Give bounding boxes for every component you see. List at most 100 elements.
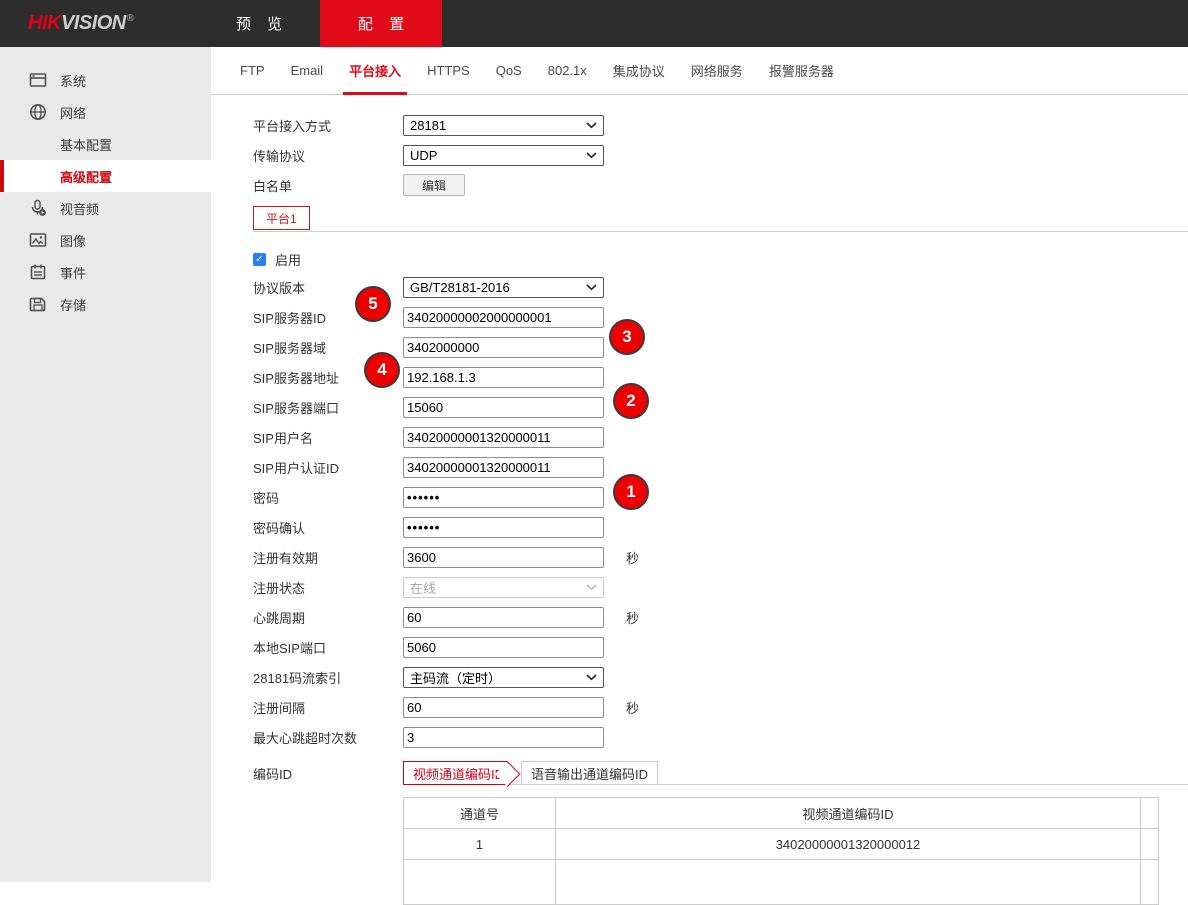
form-row-heartbeat: 心跳周期 秒 bbox=[253, 602, 1188, 632]
sidebar-item-label: 基本配置 bbox=[60, 135, 112, 154]
reg-interval-input[interactable] bbox=[403, 697, 604, 718]
sip-port-label: SIP服务器端口 bbox=[253, 398, 403, 417]
heartbeat-label: 心跳周期 bbox=[253, 608, 403, 627]
empty-cell bbox=[1141, 860, 1159, 905]
max-heartbeat-timeout-input[interactable] bbox=[403, 727, 604, 748]
form-row-sip-user: SIP用户名 bbox=[253, 422, 1188, 452]
sidebar-item-audio-video[interactable]: 视音频 bbox=[0, 192, 211, 224]
logo-vision: VISION bbox=[61, 12, 126, 34]
nav-preview[interactable]: 预 览 bbox=[198, 0, 320, 47]
annotation-badge-5: 5 bbox=[355, 286, 391, 322]
password-label: 密码 bbox=[253, 488, 403, 507]
form-row-stream-index: 28181码流索引 主码流（定时） bbox=[253, 662, 1188, 692]
tab-ftp[interactable]: FTP bbox=[240, 47, 265, 95]
tab-audio-output-channel-encode-id[interactable]: 语音输出通道编码ID bbox=[521, 761, 658, 785]
reg-valid-unit: 秒 bbox=[626, 548, 639, 567]
tab-video-channel-encode-id[interactable]: 视频通道编码ID bbox=[403, 761, 508, 785]
sidebar-item-advanced-config[interactable]: 高级配置 bbox=[0, 160, 211, 192]
logo-hik: HIK bbox=[28, 12, 61, 34]
sidebar-item-basic-config[interactable]: 基本配置 bbox=[0, 128, 211, 160]
reg-status-label: 注册状态 bbox=[253, 578, 403, 597]
sidebar-item-event[interactable]: 事件 bbox=[0, 256, 211, 288]
form-row-local-sip-port: 本地SIP端口 bbox=[253, 632, 1188, 662]
reg-status-select: 在线 bbox=[403, 577, 604, 598]
tab-alarm-server[interactable]: 报警服务器 bbox=[769, 47, 834, 95]
sip-auth-id-input[interactable] bbox=[403, 457, 604, 478]
image-icon bbox=[28, 231, 47, 250]
storage-icon bbox=[28, 295, 47, 314]
video-encode-id-header: 视频通道编码ID bbox=[556, 798, 1141, 829]
form-row-reg-interval: 注册间隔 秒 bbox=[253, 692, 1188, 722]
video-encode-id-cell[interactable]: 34020000001320000012 bbox=[556, 829, 1141, 860]
whitelist-edit-button[interactable]: 编辑 bbox=[403, 174, 465, 196]
form-row-max-heartbeat-timeout: 最大心跳超时次数 bbox=[253, 722, 1188, 752]
sidebar-item-image[interactable]: 图像 bbox=[0, 224, 211, 256]
reg-interval-unit: 秒 bbox=[626, 698, 639, 717]
form-row-sip-auth-id: SIP用户认证ID bbox=[253, 452, 1188, 482]
sidebar-item-label: 图像 bbox=[60, 231, 86, 250]
tab-platform-1[interactable]: 平台1 bbox=[253, 206, 310, 230]
annotation-badge-3: 3 bbox=[609, 319, 645, 355]
transport-value: UDP bbox=[410, 148, 437, 163]
sidebar-item-label: 存储 bbox=[60, 295, 86, 314]
password-input[interactable] bbox=[403, 487, 604, 508]
sip-server-id-input[interactable] bbox=[403, 307, 604, 328]
password-confirm-input[interactable] bbox=[403, 517, 604, 538]
sip-port-input[interactable] bbox=[403, 397, 604, 418]
tab-platform-access[interactable]: 平台接入 bbox=[349, 47, 401, 95]
top-nav: 预 览 配 置 bbox=[198, 0, 442, 47]
access-type-select[interactable]: 28181 bbox=[403, 115, 604, 136]
sip-auth-id-label: SIP用户认证ID bbox=[253, 458, 403, 477]
reg-valid-input[interactable] bbox=[403, 547, 604, 568]
sidebar-item-storage[interactable]: 存储 bbox=[0, 288, 211, 320]
tab-8021x[interactable]: 802.1x bbox=[548, 47, 587, 95]
sip-user-input[interactable] bbox=[403, 427, 604, 448]
platform-access-form: 平台接入方式 28181 传输协议 UDP 白名单 编辑 平台1 启用 协议版本 bbox=[211, 95, 1188, 905]
channel-no-cell bbox=[404, 860, 556, 905]
top-bar: HIKVISION® 预 览 配 置 bbox=[0, 0, 1188, 47]
tab-network-service[interactable]: 网络服务 bbox=[691, 47, 743, 95]
tab-email[interactable]: Email bbox=[291, 47, 324, 95]
protocol-version-select[interactable]: GB/T28181-2016 bbox=[403, 277, 604, 298]
access-type-label: 平台接入方式 bbox=[253, 116, 403, 135]
sidebar: 系统 网络 基本配置 高级配置 视音频 图像 事件 存储 bbox=[0, 47, 211, 882]
protocol-version-value: GB/T28181-2016 bbox=[410, 280, 510, 295]
empty-header bbox=[1141, 798, 1159, 829]
sidebar-item-system[interactable]: 系统 bbox=[0, 64, 211, 96]
sidebar-item-label: 事件 bbox=[60, 263, 86, 282]
enable-checkbox[interactable] bbox=[253, 253, 266, 266]
annotation-badge-2: 2 bbox=[613, 383, 649, 419]
sidebar-item-label: 高级配置 bbox=[60, 167, 112, 186]
sip-address-input[interactable] bbox=[403, 367, 604, 388]
form-row-enable: 启用 bbox=[253, 246, 1188, 272]
password-confirm-label: 密码确认 bbox=[253, 518, 403, 537]
sidebar-item-label: 网络 bbox=[60, 103, 86, 122]
platform-tab-strip: 平台1 bbox=[253, 206, 1188, 232]
video-encode-id-cell bbox=[556, 860, 1141, 905]
nav-configuration[interactable]: 配 置 bbox=[320, 0, 442, 47]
tab-qos[interactable]: QoS bbox=[496, 47, 522, 95]
form-row-sip-server-id: SIP服务器ID bbox=[253, 302, 1188, 332]
empty-cell bbox=[1141, 829, 1159, 860]
chevron-down-icon bbox=[586, 284, 597, 291]
form-row-access-type: 平台接入方式 28181 bbox=[253, 110, 1188, 140]
form-row-whitelist: 白名单 编辑 bbox=[253, 170, 1188, 200]
tab-https[interactable]: HTTPS bbox=[427, 47, 470, 95]
transport-label: 传输协议 bbox=[253, 146, 403, 165]
chevron-down-icon bbox=[586, 674, 597, 681]
sip-domain-input[interactable] bbox=[403, 337, 604, 358]
channel-no-cell: 1 bbox=[404, 829, 556, 860]
transport-select[interactable]: UDP bbox=[403, 145, 604, 166]
settings-tab-strip: FTP Email 平台接入 HTTPS QoS 802.1x 集成协议 网络服… bbox=[211, 47, 1188, 95]
sidebar-item-network[interactable]: 网络 bbox=[0, 96, 211, 128]
form-row-transport: 传输协议 UDP bbox=[253, 140, 1188, 170]
local-sip-port-input[interactable] bbox=[403, 637, 604, 658]
stream-index-select[interactable]: 主码流（定时） bbox=[403, 667, 604, 688]
encode-id-label: 编码ID bbox=[253, 760, 403, 783]
tab-integration-protocol[interactable]: 集成协议 bbox=[613, 47, 665, 95]
heartbeat-input[interactable] bbox=[403, 607, 604, 628]
access-type-value: 28181 bbox=[410, 118, 446, 133]
max-heartbeat-timeout-label: 最大心跳超时次数 bbox=[253, 728, 403, 747]
table-row bbox=[404, 860, 1159, 905]
network-icon bbox=[28, 103, 47, 122]
